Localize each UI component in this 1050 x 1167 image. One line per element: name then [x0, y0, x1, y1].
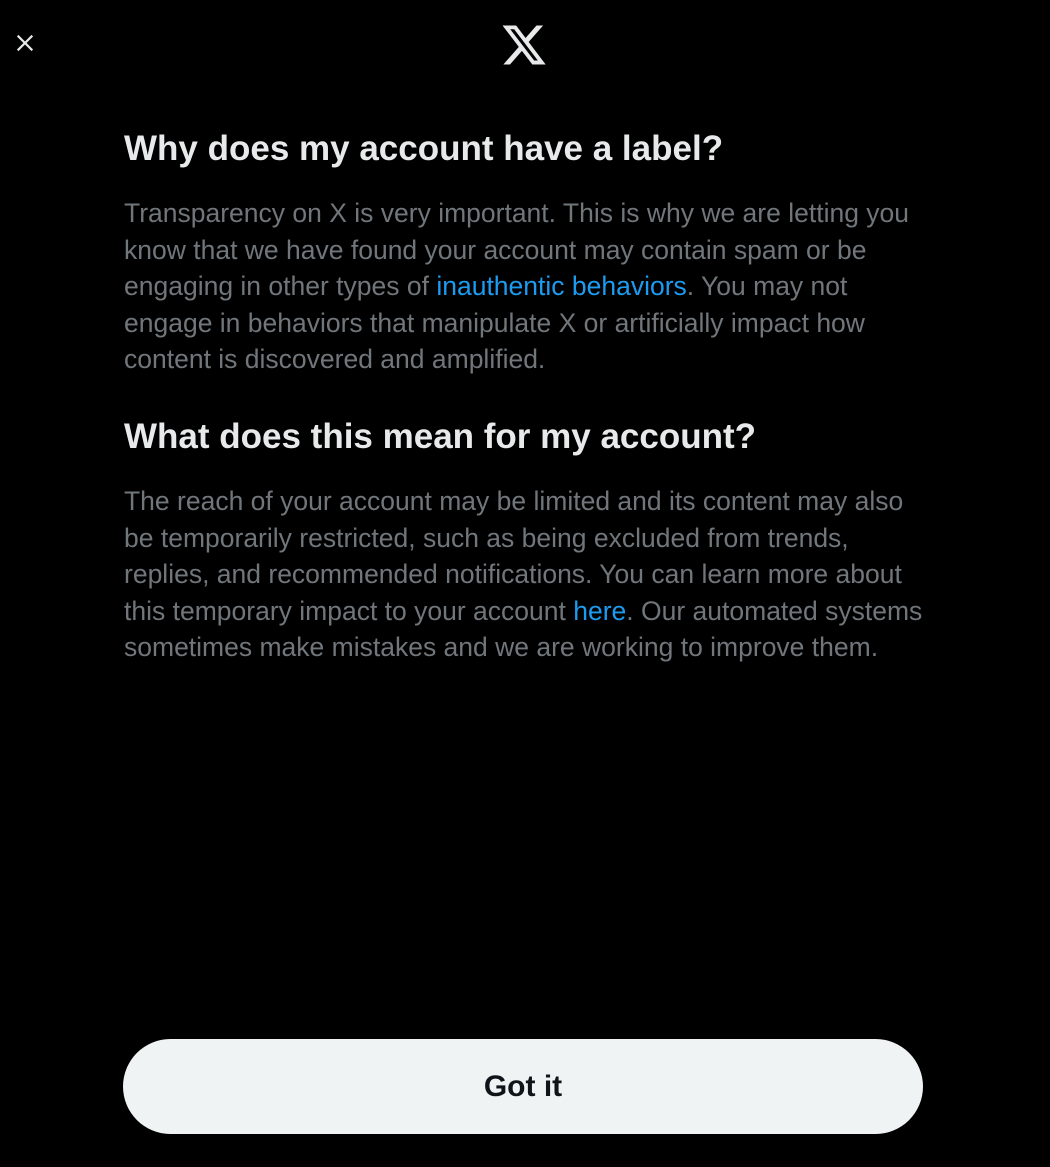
close-icon — [16, 34, 34, 52]
meaning-explanation-text: The reach of your account may be limited… — [124, 483, 924, 666]
close-button[interactable] — [6, 24, 44, 62]
label-explanation-text: Transparency on X is very important. Thi… — [124, 195, 924, 378]
here-link[interactable]: here — [573, 596, 626, 626]
x-logo-icon — [502, 25, 546, 65]
got-it-button[interactable]: Got it — [123, 1039, 923, 1134]
explanation-content: Why does my account have a label? Transp… — [124, 126, 924, 666]
label-question-heading: Why does my account have a label? — [124, 129, 724, 168]
inauthentic-behaviors-link[interactable]: inauthentic behaviors — [436, 271, 686, 301]
meaning-question-heading: What does this mean for my account? — [124, 416, 757, 456]
